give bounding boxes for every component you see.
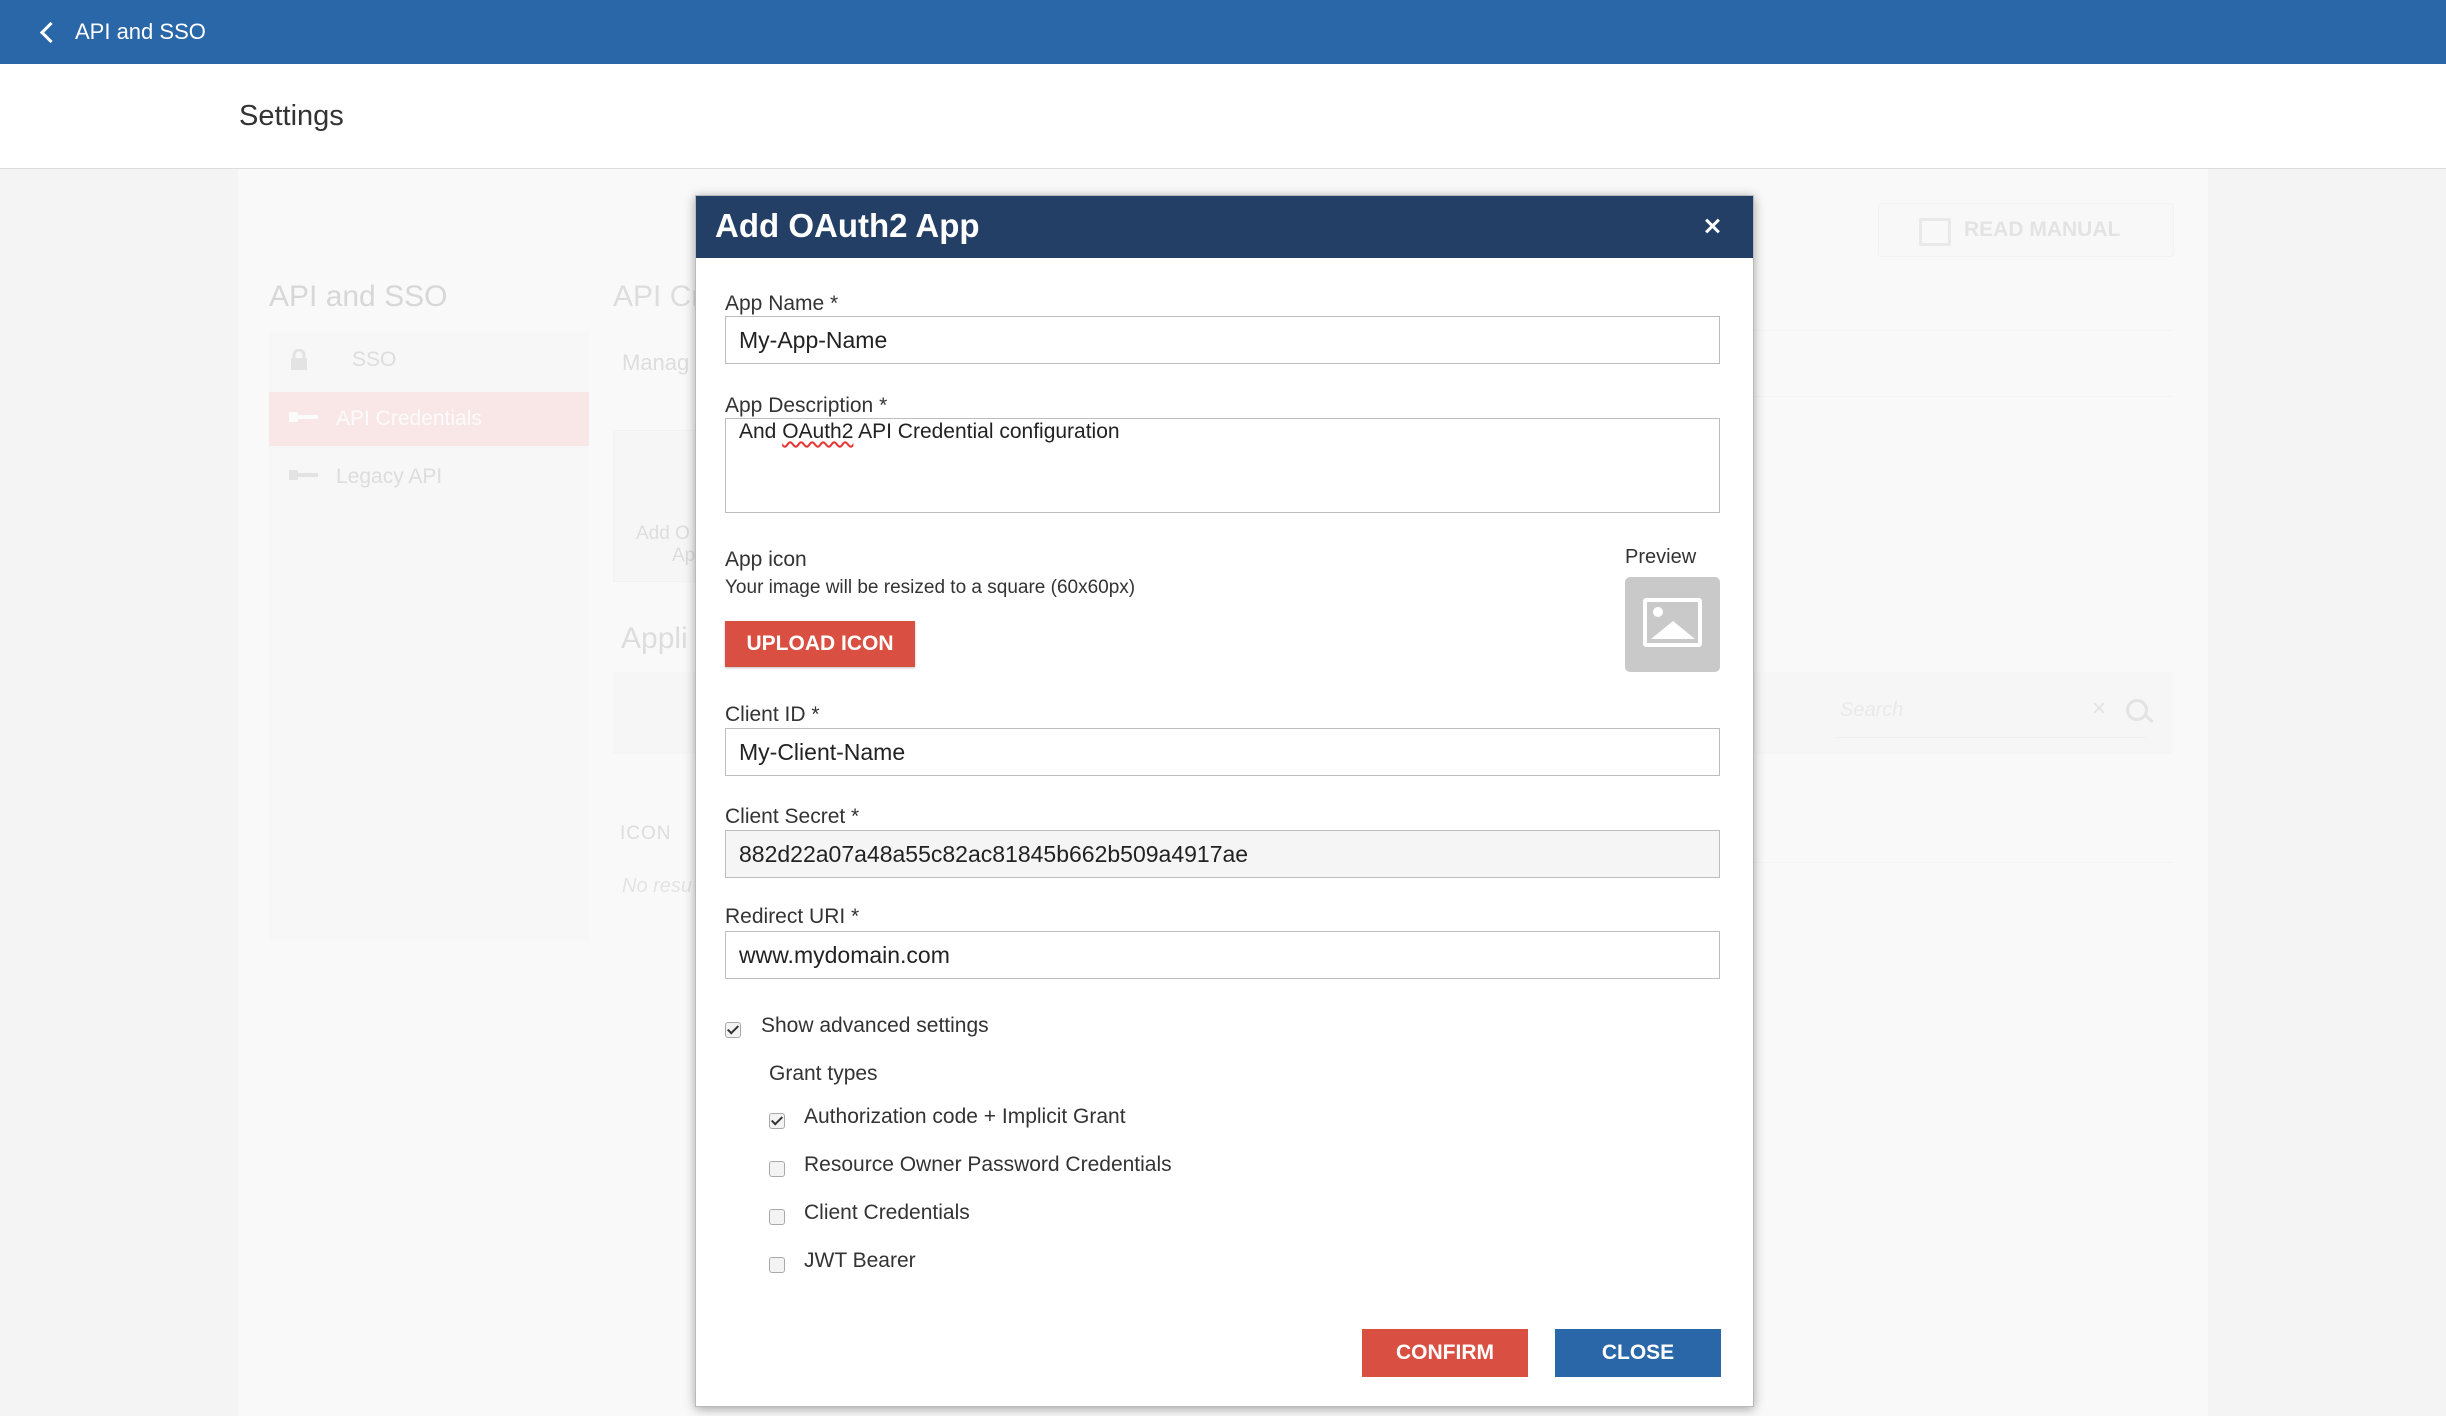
- close-button[interactable]: CLOSE: [1555, 1329, 1721, 1377]
- confirm-button[interactable]: CONFIRM: [1362, 1329, 1528, 1377]
- key-icon: [289, 466, 318, 486]
- key-icon: [289, 408, 318, 428]
- lock-icon: [289, 348, 309, 370]
- grant-types-label: Grant types: [769, 1062, 878, 1085]
- section-title: API Cr: [613, 280, 702, 313]
- grant-client-credentials-checkbox[interactable]: [769, 1209, 785, 1225]
- sidebar-item-api-credentials[interactable]: API Credentials: [269, 392, 589, 446]
- back-chevron-icon[interactable]: [34, 18, 62, 46]
- grant-client-credentials-label[interactable]: Client Credentials: [804, 1201, 970, 1225]
- app-description-field[interactable]: And OAuth2 API Credential configuration: [725, 418, 1720, 513]
- redirect-uri-label: Redirect URI *: [725, 905, 860, 928]
- grant-auth-code-label[interactable]: Authorization code + Implicit Grant: [804, 1105, 1126, 1129]
- search-placeholder: Search: [1840, 699, 1904, 721]
- grant-password-checkbox[interactable]: [769, 1161, 785, 1177]
- add-oauth2-app-dialog: Add OAuth2 App App Name * My-App-Name Ap…: [695, 195, 1754, 1407]
- share-arrow-icon: [1919, 218, 1951, 246]
- page-title: Settings: [239, 100, 344, 132]
- sidebar-item-label: SSO: [352, 348, 397, 371]
- grant-auth-code-checkbox[interactable]: [769, 1113, 785, 1129]
- show-advanced-checkbox[interactable]: [725, 1022, 741, 1038]
- dialog-header: Add OAuth2 App: [696, 196, 1753, 258]
- search-icon[interactable]: [2126, 699, 2148, 721]
- table-header-icon: ICON: [620, 823, 672, 844]
- close-icon[interactable]: [1696, 210, 1728, 242]
- grant-password-label[interactable]: Resource Owner Password Credentials: [804, 1153, 1172, 1177]
- sidebar-title: API and SSO: [269, 280, 448, 313]
- client-secret-field[interactable]: 882d22a07a48a55c82ac81845b662b509a4917ae: [725, 830, 1720, 878]
- app-icon-hint: Your image will be resized to a square (…: [725, 577, 1136, 598]
- sidebar-item-label: API Credentials: [336, 407, 482, 430]
- no-results-text: No resu: [622, 875, 693, 897]
- clear-search-icon[interactable]: ×: [2092, 695, 2106, 723]
- section-description: Manag: [622, 350, 690, 375]
- search-input[interactable]: Search ×: [1836, 685, 2148, 738]
- redirect-uri-field[interactable]: www.mydomain.com: [725, 931, 1720, 979]
- grant-jwt-bearer-label[interactable]: JWT Bearer: [804, 1249, 916, 1273]
- app-icon-label: App icon: [725, 548, 807, 571]
- show-advanced-label[interactable]: Show advanced settings: [761, 1014, 989, 1038]
- icon-preview: [1625, 577, 1720, 672]
- read-manual-button[interactable]: READ MANUAL: [1878, 203, 2174, 257]
- top-bar: API and SSO: [0, 0, 2446, 64]
- divider: [1746, 330, 2172, 331]
- back-link[interactable]: API and SSO: [75, 19, 206, 45]
- add-card-label: Add O Ap: [636, 523, 696, 566]
- divider: [1746, 396, 2172, 397]
- upload-icon-button[interactable]: UPLOAD ICON: [725, 621, 915, 667]
- sidebar-item-legacy-api[interactable]: Legacy API: [269, 450, 589, 504]
- client-secret-label: Client Secret *: [725, 805, 860, 828]
- spellcheck-word: OAuth2: [782, 420, 854, 443]
- sidebar-item-label: Legacy API: [336, 465, 443, 488]
- app-name-field[interactable]: My-App-Name: [725, 316, 1720, 364]
- settings-header: Settings: [0, 64, 2446, 169]
- preview-label: Preview: [1625, 546, 1697, 568]
- client-id-field[interactable]: My-Client-Name: [725, 728, 1720, 776]
- app-description-label: App Description *: [725, 394, 888, 417]
- divider: [1746, 862, 2172, 863]
- app-name-label: App Name *: [725, 292, 839, 315]
- client-id-label: Client ID *: [725, 703, 820, 726]
- sidebar-item-sso[interactable]: SSO: [269, 333, 589, 387]
- applications-title: Appli: [621, 622, 688, 655]
- grant-jwt-bearer-checkbox[interactable]: [769, 1257, 785, 1273]
- dialog-title: Add OAuth2 App: [715, 207, 980, 244]
